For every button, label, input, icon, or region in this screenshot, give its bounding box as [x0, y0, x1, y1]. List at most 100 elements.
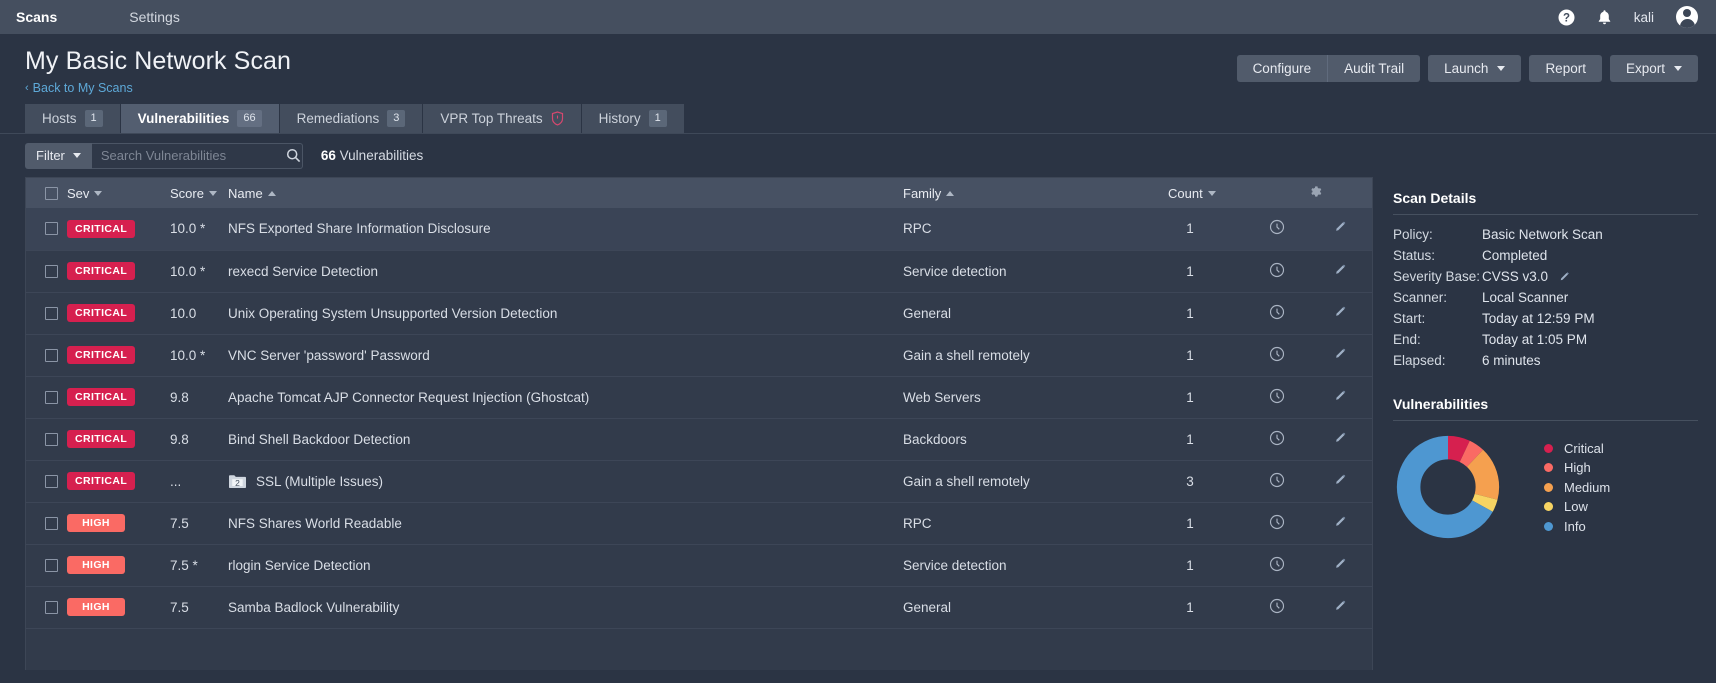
score-cell: 10.0 * — [170, 334, 228, 377]
select-all-checkbox[interactable] — [45, 186, 58, 200]
row-checkbox[interactable] — [45, 474, 58, 488]
row-checkbox[interactable] — [45, 264, 58, 278]
vulnerability-name[interactable]: Samba Badlock Vulnerability — [228, 600, 399, 615]
row-checkbox[interactable] — [45, 432, 58, 446]
legend-item-info[interactable]: Info — [1544, 519, 1610, 534]
vulnerability-table-panel: Sev Score Name Family Count CRITICAL 10.… — [25, 177, 1373, 670]
pencil-edit-icon[interactable] — [1333, 556, 1349, 572]
configure-button[interactable]: Configure — [1236, 55, 1328, 82]
table-row[interactable]: HIGH 7.5 * rlogin Service Detection Serv… — [26, 544, 1372, 587]
column-header-score[interactable]: Score — [170, 178, 228, 208]
vulnerability-name[interactable]: rlogin Service Detection — [228, 558, 371, 573]
table-row[interactable]: CRITICAL 10.0 * rexecd Service Detection… — [26, 250, 1372, 293]
vulnerability-name[interactable]: Unix Operating System Unsupported Versio… — [228, 306, 557, 321]
donut-segment-info[interactable] — [1396, 435, 1500, 539]
vulnerability-name[interactable]: SSL (Multiple Issues) — [256, 474, 383, 489]
username-label[interactable]: kali — [1634, 10, 1654, 25]
tab-hosts[interactable]: Hosts 1 — [25, 104, 121, 133]
notification-bell-icon[interactable] — [1597, 9, 1612, 26]
scan-details-heading: Scan Details — [1393, 190, 1477, 206]
column-header-name[interactable]: Name — [228, 178, 903, 208]
clock-check-icon[interactable] — [1269, 514, 1285, 530]
score-cell: ... — [170, 460, 228, 503]
clock-check-icon[interactable] — [1269, 388, 1285, 404]
row-checkbox[interactable] — [45, 516, 58, 530]
legend-item-low[interactable]: Low — [1544, 499, 1610, 514]
shield-icon — [551, 111, 564, 126]
clock-check-icon[interactable] — [1269, 472, 1285, 488]
legend-item-critical[interactable]: Critical — [1544, 441, 1610, 456]
table-row[interactable]: CRITICAL 9.8 Bind Shell Backdoor Detecti… — [26, 418, 1372, 461]
vulnerability-name[interactable]: Apache Tomcat AJP Connector Request Inje… — [228, 390, 589, 405]
tab-vpr-top-threats[interactable]: VPR Top Threats — [423, 104, 582, 133]
export-button[interactable]: Export — [1609, 55, 1698, 82]
vulnerability-name[interactable]: rexecd Service Detection — [228, 264, 378, 279]
user-avatar-icon[interactable] — [1676, 6, 1698, 28]
clock-check-icon[interactable] — [1269, 304, 1285, 320]
tab-history[interactable]: History 1 — [581, 104, 685, 133]
search-icon[interactable] — [286, 148, 302, 163]
column-header-family[interactable]: Family — [903, 178, 1134, 208]
legend-item-high[interactable]: High — [1544, 460, 1610, 475]
report-button[interactable]: Report — [1529, 55, 1602, 82]
row-checkbox[interactable] — [45, 600, 58, 614]
back-to-my-scans-link[interactable]: ‹ Back to My Scans — [25, 81, 291, 95]
launch-button[interactable]: Launch — [1428, 55, 1522, 82]
pencil-edit-icon[interactable] — [1333, 514, 1349, 530]
clock-check-icon[interactable] — [1269, 262, 1285, 278]
table-row[interactable]: CRITICAL 10.0 * NFS Exported Share Infor… — [26, 208, 1372, 251]
pencil-edit-icon[interactable] — [1333, 304, 1349, 320]
clock-check-icon[interactable] — [1269, 598, 1285, 614]
pencil-edit-icon[interactable] — [1333, 472, 1349, 488]
search-input[interactable] — [91, 148, 286, 163]
table-row[interactable]: CRITICAL 10.0 Unix Operating System Unsu… — [26, 292, 1372, 335]
row-checkbox[interactable] — [45, 558, 58, 572]
filter-dropdown-button[interactable]: Filter — [25, 142, 92, 169]
column-header-count[interactable]: Count — [1134, 178, 1246, 208]
table-row[interactable]: CRITICAL 9.8 Apache Tomcat AJP Connector… — [26, 376, 1372, 419]
row-checkbox[interactable] — [45, 222, 58, 236]
table-row[interactable]: CRITICAL 10.0 * VNC Server 'password' Pa… — [26, 334, 1372, 377]
family-cell: General — [903, 292, 1134, 335]
pencil-edit-icon[interactable] — [1333, 219, 1349, 235]
vulnerability-name[interactable]: Bind Shell Backdoor Detection — [228, 432, 410, 447]
table-row[interactable]: HIGH 7.5 Samba Badlock Vulnerability Gen… — [26, 586, 1372, 629]
pencil-edit-icon[interactable] — [1333, 388, 1349, 404]
pencil-edit-icon[interactable] — [1333, 346, 1349, 362]
table-row[interactable]: HIGH 7.5 NFS Shares World Readable RPC 1 — [26, 502, 1372, 545]
detail-value: CVSS v3.0 — [1482, 269, 1549, 284]
content-area: Sev Score Name Family Count CRITICAL 10.… — [0, 177, 1716, 670]
pencil-edit-icon[interactable] — [1333, 262, 1349, 278]
column-header-sev[interactable]: Sev — [67, 178, 170, 208]
chevron-left-icon: ‹ — [25, 81, 29, 94]
legend-label: High — [1564, 460, 1591, 475]
vulnerability-name[interactable]: NFS Exported Share Information Disclosur… — [228, 221, 491, 236]
row-checkbox[interactable] — [45, 306, 58, 320]
clock-check-icon[interactable] — [1269, 219, 1285, 235]
nav-link-scans[interactable]: Scans — [16, 9, 79, 25]
legend-label: Info — [1564, 518, 1586, 534]
help-circle-icon[interactable]: ? — [1558, 9, 1575, 26]
pencil-edit-icon[interactable] — [1333, 430, 1349, 446]
legend-item-medium[interactable]: Medium — [1544, 480, 1610, 495]
row-checkbox[interactable] — [45, 390, 58, 404]
legend-dot-critical — [1544, 443, 1553, 453]
audit-trail-button[interactable]: Audit Trail — [1327, 55, 1421, 82]
tab-vulnerabilities[interactable]: Vulnerabilities 66 — [120, 104, 280, 133]
vulnerability-name[interactable]: VNC Server 'password' Password — [228, 348, 430, 363]
tab-remediations[interactable]: Remediations 3 — [279, 104, 424, 133]
pencil-edit-icon[interactable] — [1558, 270, 1572, 284]
vulnerability-donut-chart — [1396, 435, 1500, 539]
table-row[interactable]: CRITICAL ... 2 SSL (Multiple Issues) Gai… — [26, 460, 1372, 503]
gear-icon[interactable] — [1308, 184, 1323, 199]
clock-check-icon[interactable] — [1269, 556, 1285, 572]
legend-dot-low — [1544, 502, 1553, 511]
column-header-actions — [1246, 178, 1308, 208]
nav-link-settings[interactable]: Settings — [79, 9, 202, 25]
detail-label: Policy: — [1393, 227, 1433, 242]
row-checkbox[interactable] — [45, 348, 58, 362]
pencil-edit-icon[interactable] — [1333, 598, 1349, 614]
vulnerability-name[interactable]: NFS Shares World Readable — [228, 516, 402, 531]
clock-check-icon[interactable] — [1269, 430, 1285, 446]
clock-check-icon[interactable] — [1269, 346, 1285, 362]
